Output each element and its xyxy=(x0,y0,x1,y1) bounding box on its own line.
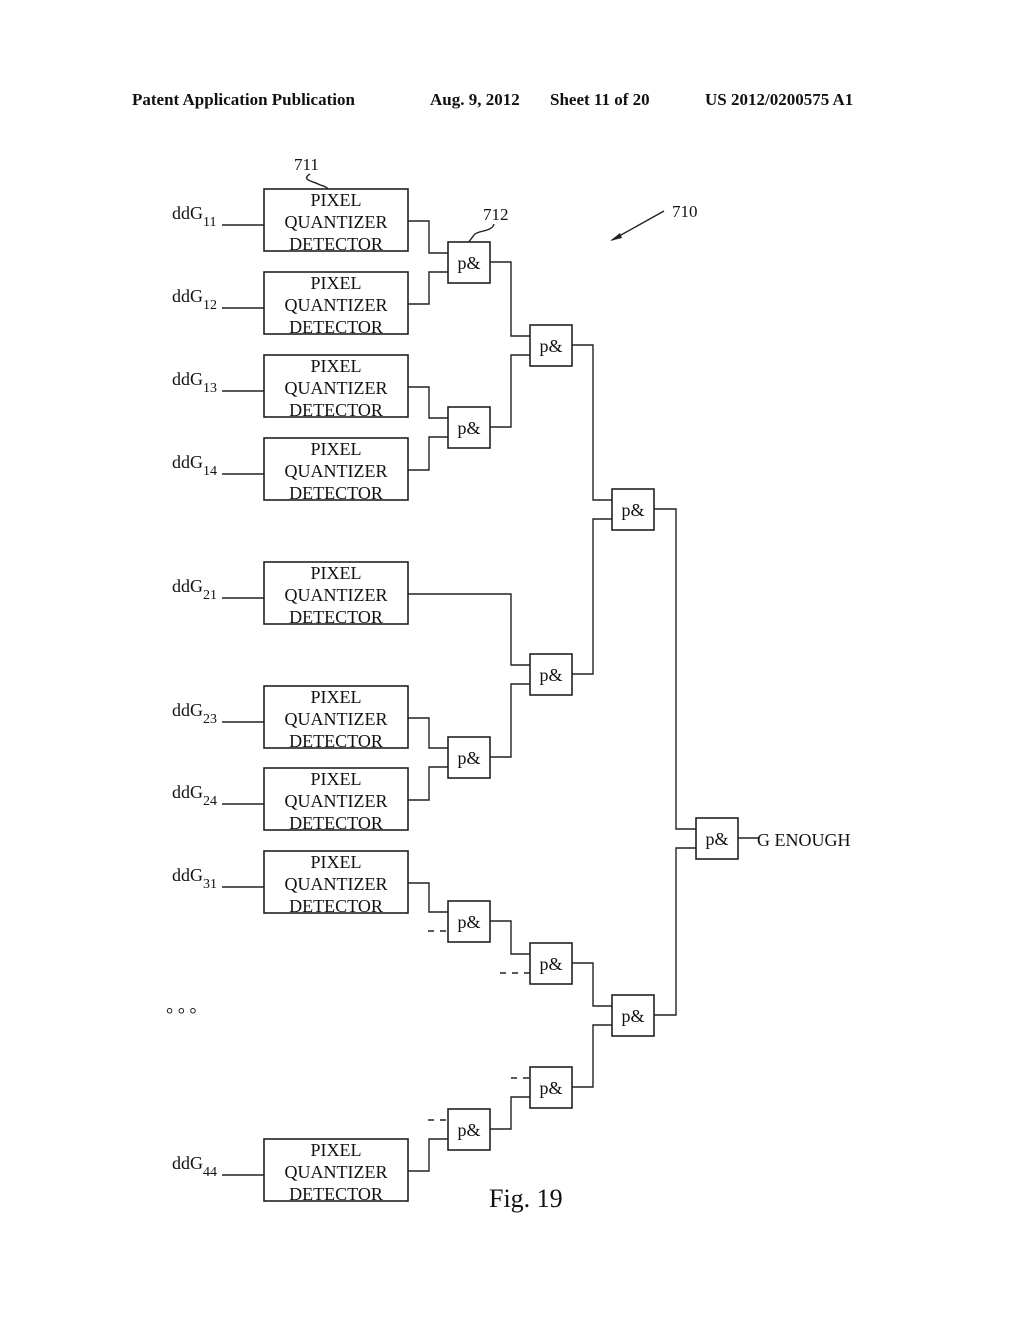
gate-label: p& xyxy=(457,253,480,273)
p-and-gate: p& xyxy=(447,736,491,779)
detector-label-line: DETECTOR xyxy=(289,483,383,503)
connection-wire xyxy=(408,593,530,666)
gate-label: p& xyxy=(621,1006,644,1026)
connection-wire xyxy=(408,717,448,749)
ref-712: 712 xyxy=(483,205,509,224)
detector-label-line: QUANTIZER xyxy=(285,791,388,811)
input-label: ddG44 xyxy=(172,1153,217,1180)
detector-label-line: PIXEL xyxy=(311,273,362,293)
p-and-gate: p& xyxy=(447,406,491,449)
p-and-gate: p& xyxy=(529,324,573,367)
connection-wire xyxy=(654,847,696,1016)
detector-label-line: QUANTIZER xyxy=(285,295,388,315)
connection-wire xyxy=(408,766,448,801)
connection-wire xyxy=(572,344,612,501)
connection-wire xyxy=(654,508,696,830)
input-label: ddG23 xyxy=(172,700,217,727)
detector-label-line: QUANTIZER xyxy=(285,461,388,481)
connection-wire xyxy=(408,386,448,419)
gate-label: p& xyxy=(457,1120,480,1140)
leader-711 xyxy=(305,173,329,190)
detector-label-line: PIXEL xyxy=(311,1140,362,1160)
detector-label-line: PIXEL xyxy=(311,687,362,707)
input-label: ddG21 xyxy=(172,576,217,603)
figure-caption: Fig. 19 xyxy=(489,1184,563,1213)
pixel-quantizer-detector: PIXELQUANTIZERDETECTOR ddG14 xyxy=(172,437,409,503)
input-label: ddG14 xyxy=(172,452,217,479)
input-label: ddG31 xyxy=(172,865,217,892)
pixel-quantizer-detector: PIXELQUANTIZERDETECTOR ddG11 xyxy=(172,188,409,254)
connection-wire xyxy=(572,518,612,675)
p-and-gate: p& xyxy=(447,1108,491,1151)
gate-label: p& xyxy=(539,1078,562,1098)
p-and-gate: p& xyxy=(695,817,739,860)
gate-label: p& xyxy=(539,336,562,356)
detector-label-line: PIXEL xyxy=(311,356,362,376)
detector-label-line: DETECTOR xyxy=(289,813,383,833)
detector-label-line: DETECTOR xyxy=(289,731,383,751)
circuit-diagram: 711 712 710 PIXELQUANTIZERDETECTORddG11P… xyxy=(166,155,851,1213)
pixel-quantizer-detector: PIXELQUANTIZERDETECTOR ddG24 xyxy=(172,767,409,833)
gate-label: p& xyxy=(457,912,480,932)
gate-label: p& xyxy=(457,418,480,438)
p-and-gate: p& xyxy=(611,488,655,531)
connection-wire xyxy=(572,962,612,1007)
connection-wire xyxy=(490,1096,530,1130)
connection-wire xyxy=(408,1138,448,1172)
ref-710: 710 xyxy=(672,202,698,221)
connection-wire xyxy=(490,920,530,955)
input-label: ddG11 xyxy=(172,203,216,230)
connection-wire xyxy=(408,436,448,471)
detector-label-line: QUANTIZER xyxy=(285,1162,388,1182)
detector-label-line: DETECTOR xyxy=(289,896,383,916)
gate-label: p& xyxy=(621,500,644,520)
p-and-gate: p& xyxy=(611,994,655,1037)
gate-label: p& xyxy=(457,748,480,768)
pixel-quantizer-detector: PIXELQUANTIZERDETECTOR ddG23 xyxy=(172,685,409,751)
input-label: ddG12 xyxy=(172,286,217,313)
connection-wire xyxy=(490,354,530,428)
ref-711: 711 xyxy=(294,155,319,174)
detector-label-line: PIXEL xyxy=(311,852,362,872)
leader-712 xyxy=(468,223,495,243)
detector-label-line: DETECTOR xyxy=(289,317,383,337)
pixel-quantizer-detector: PIXELQUANTIZERDETECTOR ddG13 xyxy=(172,354,409,420)
ellipsis: ° ° ° xyxy=(166,1004,197,1024)
p-and-gate: p& xyxy=(529,1066,573,1109)
gate-label: p& xyxy=(539,954,562,974)
connection-wire xyxy=(408,220,448,254)
detector-label-line: PIXEL xyxy=(311,769,362,789)
detector-label-line: QUANTIZER xyxy=(285,585,388,605)
detector-label-line: DETECTOR xyxy=(289,1184,383,1204)
arrowhead-710 xyxy=(610,233,622,241)
pixel-quantizer-detector: PIXELQUANTIZERDETECTOR ddG31 xyxy=(172,850,409,916)
connection-wire xyxy=(408,271,448,305)
detector-label-line: PIXEL xyxy=(311,190,362,210)
pixel-quantizer-detector: PIXELQUANTIZERDETECTOR ddG12 xyxy=(172,271,409,337)
detector-label-line: QUANTIZER xyxy=(285,378,388,398)
detector-label-line: QUANTIZER xyxy=(285,874,388,894)
detector-label-line: QUANTIZER xyxy=(285,212,388,232)
detector-label-line: PIXEL xyxy=(311,563,362,583)
detector-label-line: PIXEL xyxy=(311,439,362,459)
p-and-gate: p& xyxy=(447,241,491,284)
gate-label: p& xyxy=(539,665,562,685)
pixel-quantizer-detector: PIXELQUANTIZERDETECTOR ddG21 xyxy=(172,561,409,627)
detector-label-line: QUANTIZER xyxy=(285,709,388,729)
connection-wire xyxy=(490,261,530,337)
connection-wire xyxy=(408,882,448,913)
connection-wire xyxy=(490,683,530,758)
gate-label: p& xyxy=(705,829,728,849)
p-and-gate: p& xyxy=(447,900,491,943)
input-label: ddG24 xyxy=(172,782,217,809)
connection-wire xyxy=(572,1024,612,1088)
output-label: G ENOUGH xyxy=(757,830,851,850)
p-and-gate: p& xyxy=(529,653,573,696)
pixel-quantizer-detector: PIXELQUANTIZERDETECTOR ddG44 xyxy=(172,1138,409,1204)
p-and-gate: p& xyxy=(529,942,573,985)
detector-label-line: DETECTOR xyxy=(289,234,383,254)
detector-label-line: DETECTOR xyxy=(289,607,383,627)
detector-label-line: DETECTOR xyxy=(289,400,383,420)
input-label: ddG13 xyxy=(172,369,217,396)
